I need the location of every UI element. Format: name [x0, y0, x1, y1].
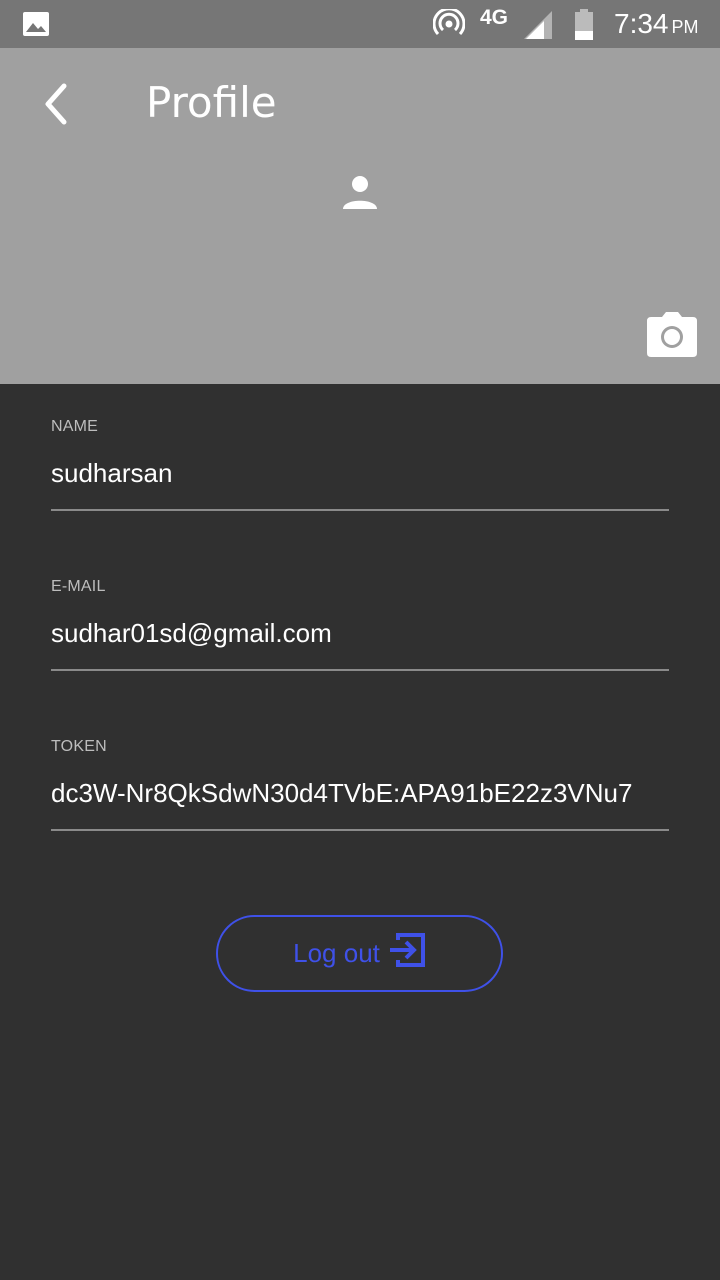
email-label: E-MAIL — [51, 578, 106, 595]
email-input[interactable]: sudhar01sd@gmail.com — [51, 618, 669, 671]
person-icon — [342, 174, 378, 215]
token-field[interactable]: TOKEN dc3W-Nr8QkSdwN30d4TVbE:APA91bE22z3… — [51, 738, 669, 831]
token-input[interactable]: dc3W-Nr8QkSdwN30d4TVbE:APA91bE22z3VNu7 — [51, 778, 669, 831]
camera-icon[interactable] — [646, 312, 698, 363]
hotspot-icon — [432, 7, 466, 44]
email-field[interactable]: E-MAIL sudhar01sd@gmail.com — [51, 578, 669, 671]
clock: 7:34 PM — [614, 8, 699, 39]
logout-button[interactable]: Log out — [216, 915, 503, 992]
name-field[interactable]: NAME sudharsan — [51, 418, 669, 511]
profile-header: Profile — [0, 48, 720, 384]
logout-icon — [388, 932, 426, 975]
back-arrow-icon[interactable] — [40, 82, 76, 126]
status-bar: 4G 7:34 PM — [0, 0, 720, 48]
name-label: NAME — [51, 418, 99, 435]
signal-icon — [524, 11, 554, 44]
battery-icon — [574, 9, 594, 46]
name-input[interactable]: sudharsan — [51, 458, 669, 511]
page-title: Profile — [146, 78, 277, 127]
image-icon — [22, 11, 50, 42]
logout-label: Log out — [293, 938, 380, 968]
token-label: TOKEN — [51, 738, 107, 755]
network-type: 4G — [480, 6, 509, 29]
